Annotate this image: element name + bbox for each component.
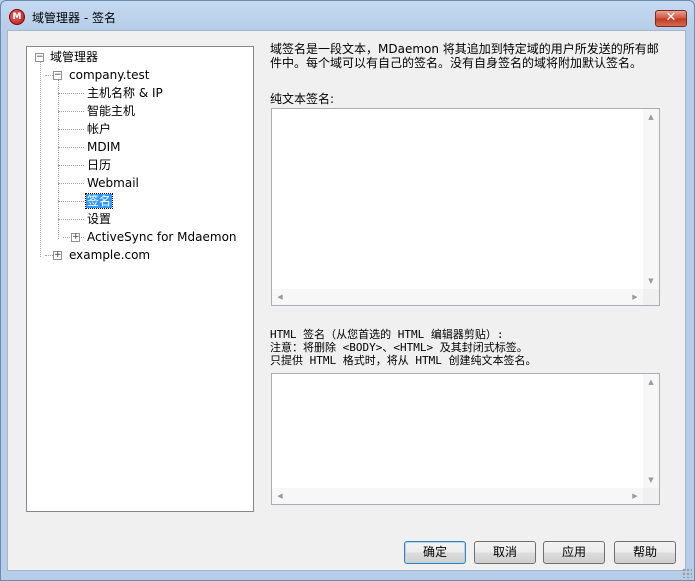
resize-grip[interactable] <box>682 568 692 578</box>
ok-button[interactable]: 确定 <box>404 541 466 564</box>
tree-line <box>58 93 84 94</box>
tree-line <box>58 165 84 166</box>
collapse-domain-icon[interactable]: − <box>53 71 62 80</box>
scroll-right-icon[interactable]: ▶ <box>627 492 643 500</box>
plain-text-signature-label: 纯文本签名: <box>270 92 335 106</box>
tree-root[interactable]: 域管理器 <box>50 49 98 65</box>
scroll-corner <box>643 488 659 504</box>
collapse-root-icon[interactable]: − <box>35 53 44 62</box>
tree-line <box>58 183 84 184</box>
html-signature-instructions: HTML 签名（从您首选的 HTML 编辑器剪贴）: 注意：将删除 <BODY>… <box>270 328 536 367</box>
window-title: 域管理器 - 签名 <box>32 11 116 25</box>
plain-vertical-scrollbar[interactable]: ▲ ▼ <box>643 109 659 289</box>
tree-line <box>58 201 84 202</box>
plain-text-signature-textarea[interactable]: ▲ ▼ ◀ ▶ <box>271 108 660 306</box>
tree-domain-company[interactable]: company.test <box>69 67 149 83</box>
expand-activesync-icon[interactable]: + <box>71 233 80 242</box>
tree-line <box>58 147 84 148</box>
tree-item-smart-host[interactable]: 智能主机 <box>87 103 135 119</box>
tree-item-accounts[interactable]: 帐户 <box>87 121 111 137</box>
tree-item-webmail[interactable]: Webmail <box>87 175 139 191</box>
title-bar[interactable]: M 域管理器 - 签名 ✕ <box>1 1 694 31</box>
cancel-button[interactable]: 取消 <box>474 541 536 564</box>
tree-item-hostname-ip[interactable]: 主机名称 & IP <box>87 85 163 101</box>
plain-horizontal-scrollbar[interactable]: ◀ ▶ <box>272 289 643 305</box>
html-horizontal-scrollbar[interactable]: ◀ ▶ <box>272 488 643 504</box>
domain-tree[interactable]: − 域管理器 − company.test 主机名称 & IP 智能主机 帐户 … <box>26 46 254 512</box>
scroll-right-icon[interactable]: ▶ <box>627 293 643 301</box>
tree-item-signature-label: 签名 <box>84 193 114 209</box>
tree-domain-example[interactable]: example.com <box>69 247 150 263</box>
html-vertical-scrollbar[interactable]: ▲ ▼ <box>643 374 659 488</box>
scroll-down-icon[interactable]: ▼ <box>643 277 659 285</box>
tree-item-activesync[interactable]: ActiveSync for Mdaemon <box>87 229 237 245</box>
tree-line <box>58 219 84 220</box>
tree-item-calendar[interactable]: 日历 <box>87 157 111 173</box>
html-signature-label: HTML 签名（从您首选的 HTML 编辑器剪贴）: <box>270 328 504 341</box>
html-signature-note-plain: 只提供 HTML 格式时，将从 HTML 创建纯文本签名。 <box>270 354 537 367</box>
tree-line <box>58 129 84 130</box>
scroll-up-icon[interactable]: ▲ <box>643 113 659 121</box>
tree-item-settings[interactable]: 设置 <box>87 211 111 227</box>
signature-description: 域签名是一段文本，MDaemon 将其追加到特定域的用户所发送的所有邮件中。每个… <box>270 42 659 70</box>
expand-domain-icon[interactable]: + <box>53 251 62 260</box>
scroll-left-icon[interactable]: ◀ <box>272 293 288 301</box>
apply-button[interactable]: 应用 <box>543 541 605 564</box>
tree-line <box>58 79 59 239</box>
help-button[interactable]: 帮助 <box>614 541 676 564</box>
html-signature-textarea[interactable]: ▲ ▼ ◀ ▶ <box>271 373 660 505</box>
tree-line <box>40 61 41 257</box>
tree-item-mdim[interactable]: MDIM <box>87 139 121 155</box>
html-signature-note-tags: 注意：将删除 <BODY>、<HTML> 及其封闭式标签。 <box>270 341 528 354</box>
mdaemon-app-icon: M <box>9 9 25 25</box>
tree-item-signature[interactable]: 签名 <box>84 193 114 209</box>
tree-line <box>58 111 84 112</box>
scroll-left-icon[interactable]: ◀ <box>272 492 288 500</box>
scroll-down-icon[interactable]: ▼ <box>643 476 659 484</box>
scroll-corner <box>643 289 659 305</box>
scroll-up-icon[interactable]: ▲ <box>643 378 659 386</box>
close-button[interactable]: ✕ <box>655 10 687 27</box>
